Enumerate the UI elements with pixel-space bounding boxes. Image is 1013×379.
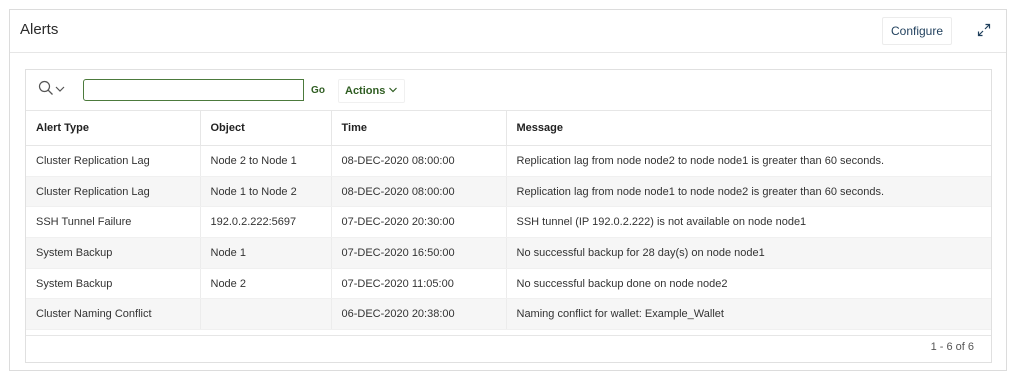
table-row: System Backup Node 1 07-DEC-2020 16:50:0…: [26, 237, 991, 269]
cell-alert-type: Cluster Replication Lag: [26, 176, 201, 208]
table-row: System Backup Node 2 07-DEC-2020 11:05:0…: [26, 268, 991, 300]
cell-object: 192.0.2.222:5697: [200, 206, 332, 239]
pagination-label: 1 - 6 of 6: [930, 341, 974, 353]
alerts-region: Alerts Configure Go Actions Alert Type O…: [9, 9, 1007, 371]
cell-time: 07-DEC-2020 11:05:00: [331, 268, 507, 300]
expand-icon[interactable]: [976, 22, 992, 38]
table-row: SSH Tunnel Failure 192.0.2.222:5697 07-D…: [26, 206, 991, 239]
cell-alert-type: Cluster Replication Lag: [26, 145, 201, 177]
chevron-down-icon: [388, 85, 398, 97]
search-column-menu[interactable]: [38, 80, 70, 100]
actions-label: Actions: [345, 85, 386, 97]
cell-message: Naming conflict for wallet: Example_Wall…: [506, 298, 991, 331]
cell-object: Node 2: [200, 268, 332, 300]
region-header: Alerts Configure: [10, 10, 1006, 53]
configure-button[interactable]: Configure: [882, 17, 952, 45]
go-button[interactable]: Go: [305, 79, 331, 101]
cell-time: 08-DEC-2020 08:00:00: [331, 176, 507, 208]
alerts-table: Alert Type Object Time Message Cluster R…: [26, 110, 991, 331]
search-icon: [38, 80, 54, 101]
cell-time: 06-DEC-2020 20:38:00: [331, 298, 507, 331]
region-title: Alerts: [20, 21, 59, 38]
column-header-message[interactable]: Message: [506, 110, 991, 146]
cell-alert-type: System Backup: [26, 268, 201, 300]
cell-object: Node 1: [200, 237, 332, 269]
cell-message: No successful backup done on node node2: [506, 268, 991, 300]
column-header-time[interactable]: Time: [331, 110, 507, 146]
actions-menu-button[interactable]: Actions: [338, 79, 406, 103]
chevron-down-icon: [54, 81, 66, 99]
footer-divider: [26, 335, 991, 336]
search-input[interactable]: [83, 79, 304, 101]
cell-alert-type: SSH Tunnel Failure: [26, 206, 201, 239]
column-header-object[interactable]: Object: [200, 110, 332, 146]
table-row: Cluster Naming Conflict 06-DEC-2020 20:3…: [26, 298, 991, 331]
cell-object: Node 2 to Node 1: [200, 145, 332, 177]
column-header-alert-type[interactable]: Alert Type: [26, 110, 201, 146]
table-row: Cluster Replication Lag Node 1 to Node 2…: [26, 176, 991, 208]
table-header-row: Alert Type Object Time Message: [26, 110, 991, 146]
cell-message: Replication lag from node node1 to node …: [506, 176, 991, 208]
cell-message: No successful backup for 28 day(s) on no…: [506, 237, 991, 269]
cell-message: Replication lag from node node2 to node …: [506, 145, 991, 177]
cell-alert-type: System Backup: [26, 237, 201, 269]
table-row: Cluster Replication Lag Node 2 to Node 1…: [26, 145, 991, 177]
cell-object: Node 1 to Node 2: [200, 176, 332, 208]
cell-message: SSH tunnel (IP 192.0.2.222) is not avail…: [506, 206, 991, 239]
cell-object: [200, 298, 332, 331]
cell-time: 07-DEC-2020 20:30:00: [331, 206, 507, 239]
cell-time: 07-DEC-2020 16:50:00: [331, 237, 507, 269]
report-toolbar: Go Actions: [26, 70, 991, 110]
cell-alert-type: Cluster Naming Conflict: [26, 298, 201, 331]
cell-time: 08-DEC-2020 08:00:00: [331, 145, 507, 177]
alerts-report: Go Actions Alert Type Object Time Messag…: [25, 69, 992, 363]
